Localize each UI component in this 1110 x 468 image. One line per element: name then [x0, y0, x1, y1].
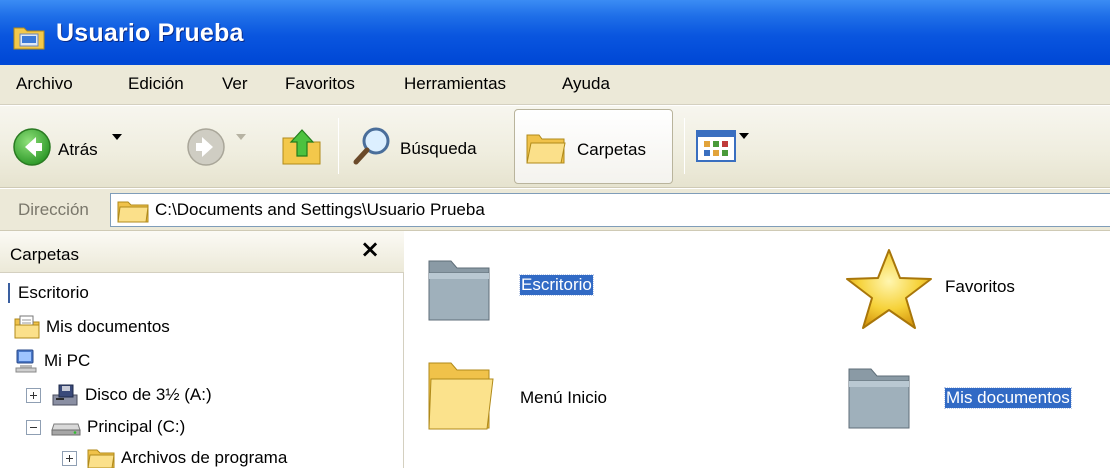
address-input[interactable]: C:\Documents and Settings\Usuario Prueba [110, 193, 1110, 227]
folders-icon [525, 127, 569, 172]
file-item-favoritos[interactable] [843, 247, 935, 336]
file-label-escritorio[interactable]: Escritorio [519, 274, 594, 296]
file-item-mis-documentos[interactable] [843, 361, 915, 438]
collapse-icon[interactable] [26, 419, 41, 435]
folders-pane-title: Carpetas [10, 245, 79, 264]
forward-dropdown-icon[interactable] [236, 133, 246, 160]
folder-icon [423, 362, 495, 439]
folders-button[interactable]: Carpetas [514, 109, 673, 184]
menu-edicion[interactable]: Edición [128, 74, 184, 94]
search-label: Búsqueda [400, 138, 477, 158]
forward-button[interactable] [186, 127, 246, 172]
menu-bar: Archivo Edición Ver Favoritos Herramient… [0, 65, 1110, 105]
tree-item-label: Mi PC [44, 351, 91, 370]
tree-item-label: Disco de 3½ (A:) [85, 385, 212, 404]
window-title: Usuario Prueba [56, 19, 244, 47]
favorites-star-icon [843, 249, 935, 335]
up-folder-button[interactable] [280, 124, 324, 173]
file-label-favoritos[interactable]: Favoritos [945, 277, 1015, 297]
search-button[interactable]: Búsqueda [350, 124, 477, 173]
special-folder-icon [423, 260, 495, 329]
views-icon [696, 130, 736, 167]
tree-item-label: Escritorio [18, 283, 89, 302]
views-button[interactable] [696, 130, 749, 167]
tree-item-label: Archivos de programa [121, 448, 288, 467]
address-value: C:\Documents and Settings\Usuario Prueba [155, 200, 485, 219]
tree-item-archivos-de-programa[interactable]: Archivos de programa [62, 447, 287, 468]
tree-item-label: Principal (C:) [87, 417, 186, 436]
file-label-mis-documentos[interactable]: Mis documentos [944, 387, 1072, 409]
address-label: Dirección [18, 200, 89, 219]
my-documents-icon [14, 315, 40, 339]
folders-pane: Carpetas × Escritorio Mis documentos Mi … [0, 231, 404, 468]
menu-archivo[interactable]: Archivo [16, 74, 73, 94]
menu-favoritos[interactable]: Favoritos [285, 74, 355, 94]
file-item-menu-inicio[interactable] [423, 357, 495, 440]
my-computer-icon [14, 349, 38, 373]
desktop-icon [8, 283, 12, 303]
back-arrow-icon [12, 127, 52, 172]
tree-item-mi-pc[interactable]: Mi PC [14, 349, 90, 373]
up-folder-icon [280, 124, 324, 173]
tree-item-floppy[interactable]: Disco de 3½ (A:) [26, 383, 212, 407]
folders-pane-header: Carpetas × [0, 231, 404, 273]
folder-icon [117, 199, 149, 228]
toolbar: Atrás Búsqueda Carpetas [0, 106, 1110, 188]
file-list-view: Escritorio Favoritos Menú Inicio Mis doc… [405, 231, 1110, 468]
floppy-drive-icon [51, 383, 79, 407]
folder-window-icon [12, 22, 46, 52]
tree-item-principal[interactable]: Principal (C:) [26, 415, 185, 439]
menu-ayuda[interactable]: Ayuda [562, 74, 610, 94]
back-dropdown-icon[interactable] [111, 133, 122, 160]
views-dropdown-icon[interactable] [739, 132, 749, 159]
forward-arrow-icon [186, 127, 226, 172]
tree-item-mis-documentos[interactable]: Mis documentos [14, 315, 170, 339]
expand-icon[interactable] [26, 387, 41, 403]
folder-icon [87, 447, 115, 468]
tree-item-escritorio[interactable]: Escritorio [8, 283, 89, 303]
file-label-menu-inicio[interactable]: Menú Inicio [520, 388, 607, 408]
special-folder-icon [843, 368, 915, 437]
close-icon[interactable]: × [360, 235, 380, 263]
search-icon [350, 124, 394, 173]
back-button[interactable]: Atrás [12, 127, 122, 172]
menu-herramientas[interactable]: Herramientas [404, 74, 506, 94]
menu-ver[interactable]: Ver [222, 74, 248, 94]
folders-label: Carpetas [577, 139, 646, 159]
tree-item-label: Mis documentos [46, 317, 170, 336]
expand-icon[interactable] [62, 450, 77, 466]
hard-drive-icon [51, 415, 81, 439]
file-item-escritorio[interactable] [423, 253, 495, 330]
address-bar: Dirección C:\Documents and Settings\Usua… [0, 189, 1110, 231]
back-label: Atrás [58, 139, 98, 159]
